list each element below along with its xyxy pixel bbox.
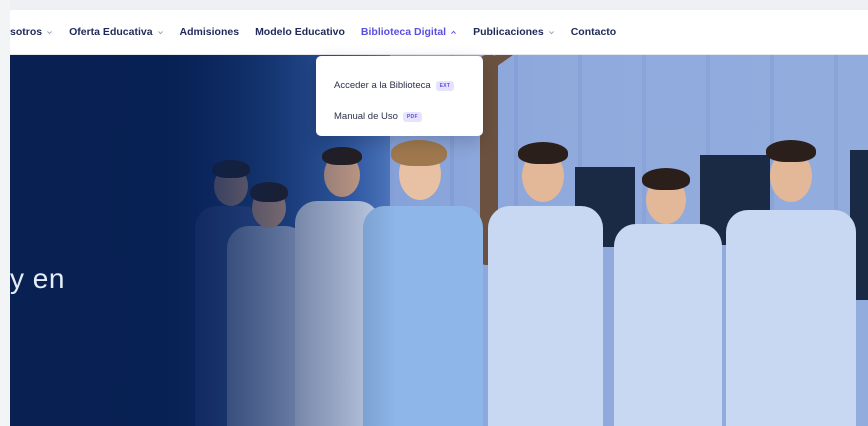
nav-item-admisiones[interactable]: Admisiones <box>180 10 240 55</box>
nav-item-modelo-educativo[interactable]: Modelo Educativo <box>255 10 345 55</box>
pdf-badge: PDF <box>402 111 422 122</box>
nav-item-contacto[interactable]: Contacto <box>571 10 617 55</box>
dropdown-item-label: Acceder a la Biblioteca <box>334 80 431 91</box>
dropdown-item-acceder-biblioteca[interactable]: Acceder a la Biblioteca EXT <box>316 70 483 101</box>
nav-item-biblioteca-digital[interactable]: Biblioteca Digital <box>361 10 457 55</box>
chevron-down-icon <box>548 29 555 36</box>
chevron-up-icon <box>450 29 457 36</box>
main-navbar: sotros Oferta Educativa Admisiones Model… <box>10 10 868 55</box>
left-edge <box>0 0 10 426</box>
chevron-down-icon <box>46 29 53 36</box>
chevron-down-icon <box>157 29 164 36</box>
nav-item-oferta-educativa[interactable]: Oferta Educativa <box>69 10 163 55</box>
top-edge <box>0 0 868 10</box>
nav-label: Biblioteca Digital <box>360 26 447 38</box>
nav-label: Contacto <box>570 26 617 38</box>
nav-label: Admisiones <box>179 26 240 38</box>
nav-label: Modelo Educativo <box>255 26 345 38</box>
biblioteca-digital-dropdown: Acceder a la Biblioteca EXT Manual de Us… <box>316 56 483 136</box>
hero-heading: y en <box>10 263 65 294</box>
nav-label: sotros <box>10 26 43 38</box>
dropdown-item-manual-de-uso[interactable]: Manual de Uso PDF <box>316 101 483 132</box>
dropdown-item-label: Manual de Uso <box>334 111 398 122</box>
nav-item-nosotros[interactable]: sotros <box>10 10 53 55</box>
ext-badge: EXT <box>435 80 455 91</box>
nav-item-publicaciones[interactable]: Publicaciones <box>473 10 555 55</box>
nav-label: Oferta Educativa <box>69 26 153 38</box>
nav-label: Publicaciones <box>473 26 544 38</box>
